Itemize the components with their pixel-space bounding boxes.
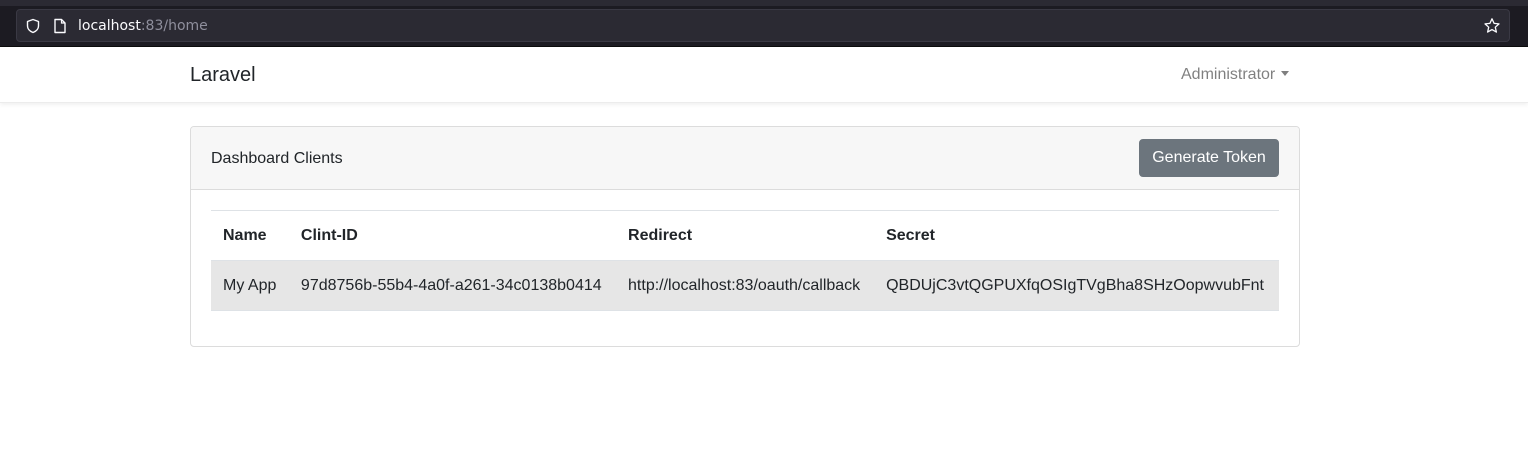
user-dropdown-label: Administrator (1181, 66, 1276, 83)
page-icon (54, 18, 66, 34)
brand-link[interactable]: Laravel (190, 63, 256, 87)
column-header-name: Name (211, 210, 289, 261)
cell-client-id: 97d8756b-55b4-4a0f-a261-34c0138b0414 (288, 260, 617, 311)
generate-token-button[interactable]: Generate Token (1139, 139, 1279, 177)
clients-table: Name Clint-ID Redirect Secret My App 97d… (211, 210, 1279, 311)
column-header-redirect: Redirect (616, 210, 875, 261)
card-title: Dashboard Clients (211, 150, 343, 167)
chevron-down-icon (1281, 71, 1290, 76)
tab-strip (0, 0, 1528, 6)
card-header: Dashboard Clients Generate Token (191, 127, 1299, 190)
shield-icon[interactable] (25, 18, 41, 34)
cell-name: My App (211, 260, 289, 311)
url-host: localhost (78, 18, 141, 34)
clients-card: Dashboard Clients Generate Token Name Cl… (190, 126, 1300, 347)
table-row[interactable]: My App 97d8756b-55b4-4a0f-a261-34c0138b0… (211, 260, 1279, 311)
table-header-row: Name Clint-ID Redirect Secret (211, 210, 1279, 261)
cell-secret: QBDUjC3vtQGPUXfqOSIgTVgBha8SHzOopwvubFnt (874, 260, 1279, 311)
address-bar[interactable]: localhost:83/home (16, 9, 1510, 42)
url-path: :83/home (140, 18, 208, 34)
column-header-secret: Secret (874, 210, 1279, 261)
browser-toolbar: localhost:83/home (0, 0, 1528, 47)
user-dropdown[interactable]: Administrator (1181, 66, 1290, 84)
cell-redirect: http://localhost:83/oauth/callback (616, 260, 875, 311)
navbar: Laravel Administrator (0, 47, 1528, 103)
column-header-client-id: Clint-ID (288, 210, 617, 261)
url-text[interactable]: localhost:83/home (78, 17, 208, 35)
bookmark-star-icon[interactable] (1483, 17, 1501, 35)
